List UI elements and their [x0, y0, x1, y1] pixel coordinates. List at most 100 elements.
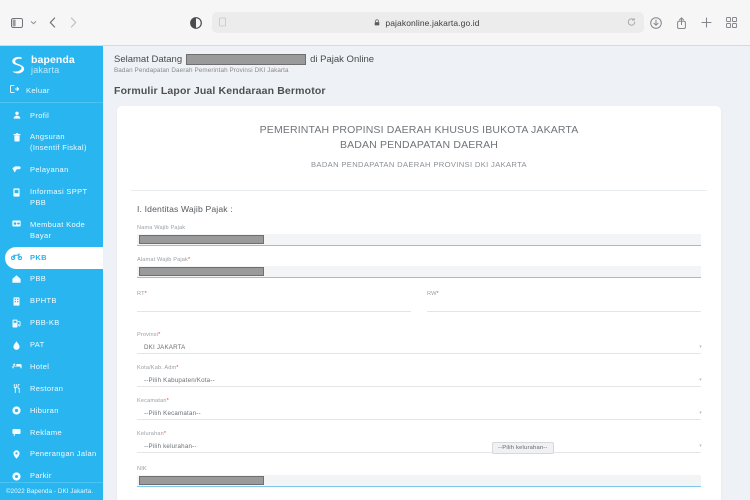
document-icon: [11, 187, 22, 197]
page-settings-icon[interactable]: [219, 17, 226, 28]
field-label-text: Provinsi: [137, 332, 158, 338]
nama-wajib-pajak-input[interactable]: [137, 234, 701, 246]
field-kota-kab: Kota/Kab. Adm* --Pilih Kabupaten/Kota-- …: [131, 365, 707, 387]
redacted-value: [139, 267, 264, 276]
kelurahan-dropdown-popup[interactable]: --Pilih kelurahan--: [492, 442, 554, 454]
reader-mode-toggle-icon[interactable]: [190, 17, 202, 29]
field-label: Alamat Wajib Pajak*: [137, 257, 701, 263]
field-value: DKI JAKARTA: [137, 344, 186, 351]
sidebar-item-label: Profil: [30, 111, 49, 122]
chevron-down-icon[interactable]: ▾: [698, 345, 703, 350]
forward-arrow-icon[interactable]: [70, 17, 77, 28]
sidebar-item-restoran[interactable]: Restoran: [0, 378, 103, 400]
logout-button[interactable]: Keluar: [0, 83, 103, 103]
rt-input[interactable]: [137, 300, 411, 312]
browser-actions: [650, 17, 750, 29]
field-label: NIK: [137, 466, 701, 472]
field-rt: RT*: [137, 291, 411, 312]
share-icon[interactable]: [676, 17, 687, 29]
chevron-down-icon[interactable]: ▾: [698, 411, 703, 416]
sidebar: bapenda jakarta Keluar Profil Angsuran (…: [0, 46, 103, 500]
sidebar-item-membuat-kode-bayar[interactable]: Membuat Kode Bayar: [0, 214, 103, 247]
building-icon: [11, 296, 22, 306]
welcome-banner: Selamat Datang di Pajak Online Badan Pen…: [103, 46, 750, 74]
sidebar-item-informasi-sppt-pbb[interactable]: Informasi SPPT PBB: [0, 182, 103, 215]
sidebar-item-label: Hotel: [30, 362, 49, 373]
sidebar-item-label: Membuat Kode Bayar: [30, 220, 97, 242]
field-label: RT*: [137, 291, 411, 297]
downloads-icon[interactable]: [650, 17, 662, 29]
map-pin-icon: [11, 449, 22, 459]
sidebar-item-label: BPHTB: [30, 296, 57, 307]
sidebar-item-profil[interactable]: Profil: [0, 105, 103, 127]
sidebar-item-label: PKB: [30, 253, 47, 264]
provinsi-select[interactable]: DKI JAKARTA: [137, 341, 701, 354]
rt-rw-row: RT* RW*: [131, 291, 707, 312]
field-rw: RW*: [427, 291, 701, 312]
back-arrow-icon[interactable]: [49, 17, 56, 28]
field-label: Kecamatan*: [137, 398, 701, 404]
kelurahan-select[interactable]: --Pilih kelurahan--: [137, 440, 701, 453]
sidebar-item-hiburan[interactable]: Hiburan: [0, 400, 103, 422]
chevron-down-icon[interactable]: [30, 20, 37, 25]
field-value: --Pilih Kabupaten/Kota--: [137, 377, 215, 384]
address-bar-container: pajakonline.jakarta.go.id: [190, 12, 650, 33]
field-nik: NIK: [131, 466, 707, 487]
field-label-text: Kelurahan: [137, 431, 164, 437]
sidebar-item-pkb[interactable]: PKB: [5, 247, 103, 269]
sidebar-item-pelayanan[interactable]: Pelayanan: [0, 160, 103, 182]
field-label-text: Kota/Kab. Adm: [137, 365, 176, 371]
field-nama-wajib-pajak: Nama Wajib Pajak: [131, 225, 707, 246]
form-subheading: BADAN PENDAPATAN DAERAH PROVINSI DKI JAK…: [131, 160, 707, 169]
browser-window: pajakonline.jakarta.go.id: [0, 0, 750, 500]
address-bar-url: pajakonline.jakarta.go.id: [385, 18, 479, 28]
field-label-text: RW: [427, 291, 437, 297]
sidebar-item-label: Informasi SPPT PBB: [30, 187, 97, 209]
plus-icon[interactable]: [701, 17, 712, 28]
cutlery-icon: [11, 384, 22, 394]
field-provinsi: Provinsi* DKI JAKARTA ▾: [131, 332, 707, 354]
required-marker: *: [188, 257, 190, 263]
brand-logo[interactable]: bapenda jakarta: [0, 46, 103, 83]
sidebar-item-pat[interactable]: PAT: [0, 335, 103, 357]
sidebar-item-label: Pelayanan: [30, 165, 69, 176]
sidebar-item-reklame[interactable]: Reklame: [0, 422, 103, 444]
sidebar-item-pbb[interactable]: PBB: [0, 269, 103, 291]
sidebar-item-penerangan-jalan[interactable]: Penerangan Jalan: [0, 444, 103, 466]
sidebar-item-label: Angsuran (Insentif Fiskal): [30, 132, 97, 154]
motorcycle-icon: [11, 253, 22, 261]
field-label-text: Nama Wajib Pajak: [137, 225, 185, 231]
welcome-name-redacted: [186, 54, 306, 65]
page-title: Formulir Lapor Jual Kendaraan Bermotor: [103, 74, 750, 97]
kecamatan-select[interactable]: --Pilih Kecamatan--: [137, 407, 701, 420]
main-content: Selamat Datang di Pajak Online Badan Pen…: [103, 46, 750, 500]
sidebar-item-bphtb[interactable]: BPHTB: [0, 291, 103, 313]
sidebar-menu: Profil Angsuran (Insentif Fiskal) Pelaya…: [0, 103, 103, 488]
sidebar-item-pbb-kb[interactable]: PBB-KB: [0, 313, 103, 335]
bapenda-logo-icon: [9, 55, 26, 75]
sidebar-item-angsuran[interactable]: Angsuran (Insentif Fiskal): [0, 127, 103, 160]
sidebar-item-hotel[interactable]: Hotel: [0, 356, 103, 378]
field-label: Provinsi*: [137, 332, 701, 338]
tab-overview-icon[interactable]: [726, 17, 737, 28]
nik-input[interactable]: [137, 475, 701, 487]
chevron-down-icon[interactable]: ▾: [698, 444, 703, 449]
field-label-text: Alamat Wajib Pajak: [137, 257, 188, 263]
water-drop-icon: [11, 340, 22, 350]
chevron-down-icon[interactable]: ▾: [698, 378, 703, 383]
sidebar-toggle-icon[interactable]: [11, 18, 23, 28]
field-label: RW*: [427, 291, 701, 297]
reload-icon[interactable]: [627, 17, 636, 28]
sidebar-item-label: PBB-KB: [30, 318, 60, 329]
alamat-wajib-pajak-input[interactable]: [137, 266, 701, 278]
field-label: Kelurahan*: [137, 431, 701, 437]
welcome-prefix: Selamat Datang: [114, 54, 182, 65]
sidebar-item-label: Reklame: [30, 428, 62, 439]
bed-icon: [11, 362, 22, 370]
welcome-suffix: di Pajak Online: [310, 54, 374, 65]
rw-input[interactable]: [427, 300, 701, 312]
form-heading-line1: PEMERINTAH PROPINSI DAERAH KHUSUS IBUKOT…: [131, 123, 707, 138]
address-bar[interactable]: pajakonline.jakarta.go.id: [212, 12, 644, 33]
kota-kab-select[interactable]: --Pilih Kabupaten/Kota--: [137, 374, 701, 387]
home-icon: [11, 274, 22, 283]
